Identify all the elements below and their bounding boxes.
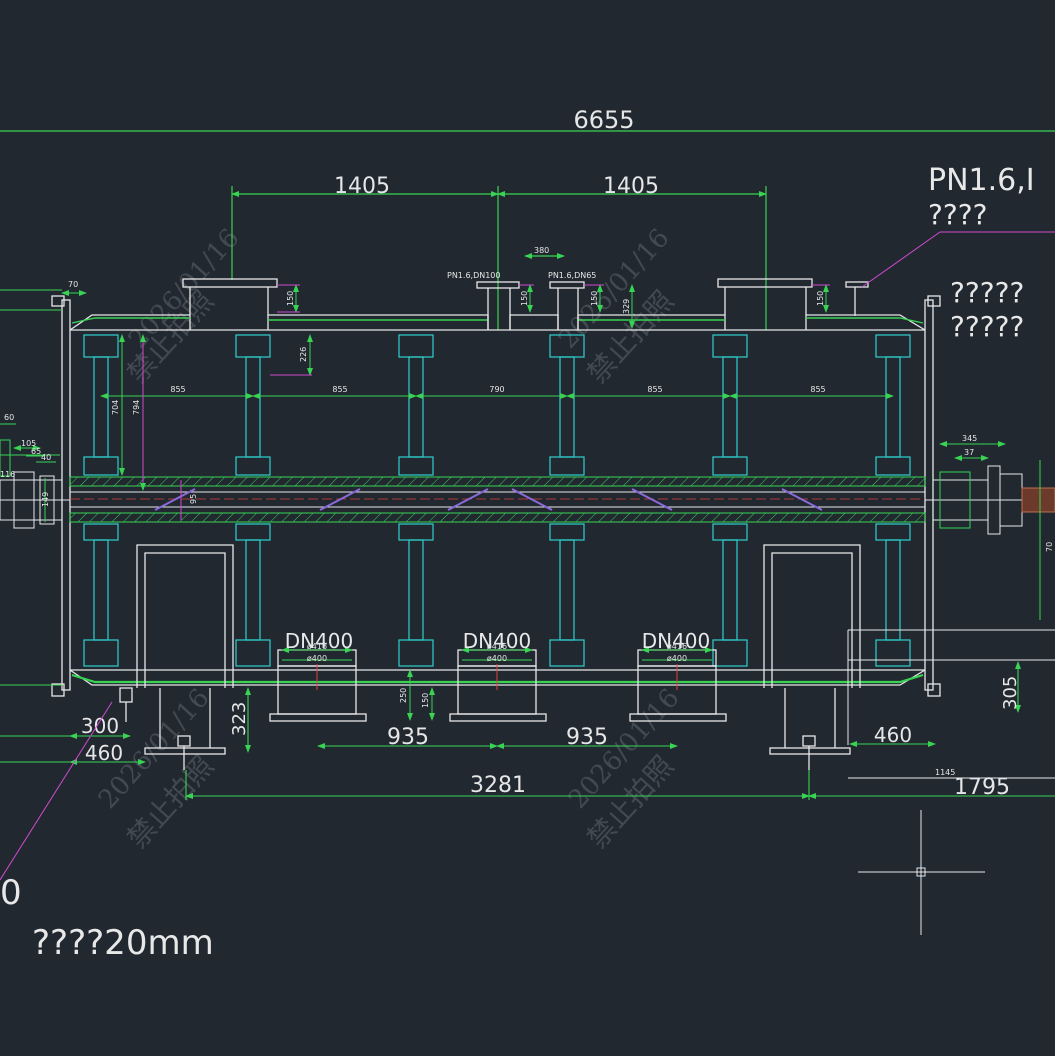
dim-phi-416-1: ø416 bbox=[307, 642, 327, 651]
lower-support-6 bbox=[875, 523, 911, 667]
nozzle-height-dims-magenta bbox=[277, 284, 830, 313]
nozzle-label-dn65: PN1.6,DN65 bbox=[548, 271, 596, 280]
dim-bottom-460-right: 460 bbox=[874, 723, 912, 747]
dim-bottom-305: 305 bbox=[1000, 676, 1021, 710]
dim-right-345: 345 bbox=[962, 434, 977, 443]
lower-support-5 bbox=[712, 523, 748, 667]
dim-left-span: 1405 bbox=[334, 174, 390, 199]
left-side-dims bbox=[0, 289, 87, 686]
dim-nozzle-h5: 329 bbox=[622, 299, 631, 314]
dim-left-149: 149 bbox=[41, 492, 50, 507]
dim-nozzle-gap: 380 bbox=[534, 246, 549, 255]
lower-support-4 bbox=[549, 523, 585, 667]
right-side-dims bbox=[939, 441, 1041, 620]
dim-nozzle-h1: 150 bbox=[286, 291, 295, 306]
dim-bottom-935-1: 935 bbox=[387, 725, 429, 750]
dim-right-70: 70 bbox=[1045, 542, 1054, 552]
dim-bottom-1145: 1145 bbox=[935, 768, 955, 777]
dim-spacing-5: 855 bbox=[810, 385, 825, 394]
dim-right-37: 37 bbox=[964, 448, 974, 457]
upper-support-2 bbox=[235, 334, 271, 476]
dim-left-40: 40 bbox=[41, 453, 51, 462]
cad-drawing-canvas: 2026/01/16 2026/01/16 2026/01/16 2026/01… bbox=[0, 106, 1055, 963]
upper-support-6 bbox=[875, 334, 911, 476]
callout-bottom-left-2: ????20mm bbox=[32, 923, 214, 963]
top-span-dimensions bbox=[231, 186, 767, 330]
callout-right-2: ????? bbox=[950, 310, 1024, 343]
lower-support-2 bbox=[235, 523, 271, 667]
dim-bottom-935-2: 935 bbox=[566, 725, 608, 750]
dim-left-60: 60 bbox=[4, 413, 14, 422]
dim-bottom-3281: 3281 bbox=[470, 773, 526, 798]
dim-phi-416-2: ø416 bbox=[487, 642, 507, 651]
dim-phi-400-2: ø400 bbox=[487, 654, 507, 663]
dim-spacing-4: 855 bbox=[647, 385, 662, 394]
lower-support-3 bbox=[398, 523, 434, 667]
dim-left-116: 116 bbox=[0, 470, 15, 479]
callout-bottom-left-1: 0 bbox=[0, 873, 22, 913]
callout-top-right-2: ???? bbox=[928, 198, 987, 231]
callout-top-right-1: PN1.6,I bbox=[928, 163, 1035, 198]
dim-overall-length: 6655 bbox=[573, 106, 634, 134]
dim-spacing-1: 855 bbox=[170, 385, 185, 394]
shell-inner-green bbox=[71, 317, 924, 684]
dim-nozzle-h2: 150 bbox=[520, 291, 529, 306]
dim-left-70: 70 bbox=[68, 280, 78, 289]
crosshair-cursor-icon bbox=[858, 810, 985, 935]
dim-spacing-3: 790 bbox=[489, 385, 504, 394]
lower-support-1 bbox=[83, 523, 119, 667]
right-base-lines bbox=[847, 629, 1055, 779]
upper-support-4 bbox=[549, 334, 585, 476]
dim-phi-400-1: ø400 bbox=[307, 654, 327, 663]
dim-phi-400-3: ø400 bbox=[667, 654, 687, 663]
dim-nozzle-150: 150 bbox=[421, 693, 430, 708]
dim-left-65: 65 bbox=[31, 447, 41, 456]
dim-bottom-323: 323 bbox=[229, 702, 250, 736]
dim-vertical-794: 794 bbox=[132, 400, 141, 415]
upper-support-5 bbox=[712, 334, 748, 476]
upper-support-3 bbox=[398, 334, 434, 476]
dim-nozzle-250: 250 bbox=[399, 688, 408, 703]
dim-vertical-704: 704 bbox=[111, 400, 120, 415]
dim-nozzle-h4: 150 bbox=[816, 291, 825, 306]
dim-spacing-2: 855 bbox=[332, 385, 347, 394]
callout-right-1: ????? bbox=[950, 276, 1024, 309]
dim-vertical-95: 95 bbox=[189, 494, 198, 504]
bottom-nozzle-centers bbox=[316, 664, 678, 690]
dim-bottom-300: 300 bbox=[81, 714, 119, 738]
nozzle-label-dn100: PN1.6,DN100 bbox=[447, 271, 501, 280]
central-shaft bbox=[0, 476, 1055, 523]
dim-phi-416-3: ø416 bbox=[667, 642, 687, 651]
dim-bottom-460-left: 460 bbox=[85, 741, 123, 765]
dim-vertical-226: 226 bbox=[299, 347, 308, 362]
dim-bottom-1795: 1795 bbox=[954, 775, 1010, 800]
dim-nozzle-h3: 150 bbox=[590, 291, 599, 306]
dim-right-span: 1405 bbox=[603, 174, 659, 199]
nozzle-height-dims bbox=[293, 284, 829, 329]
